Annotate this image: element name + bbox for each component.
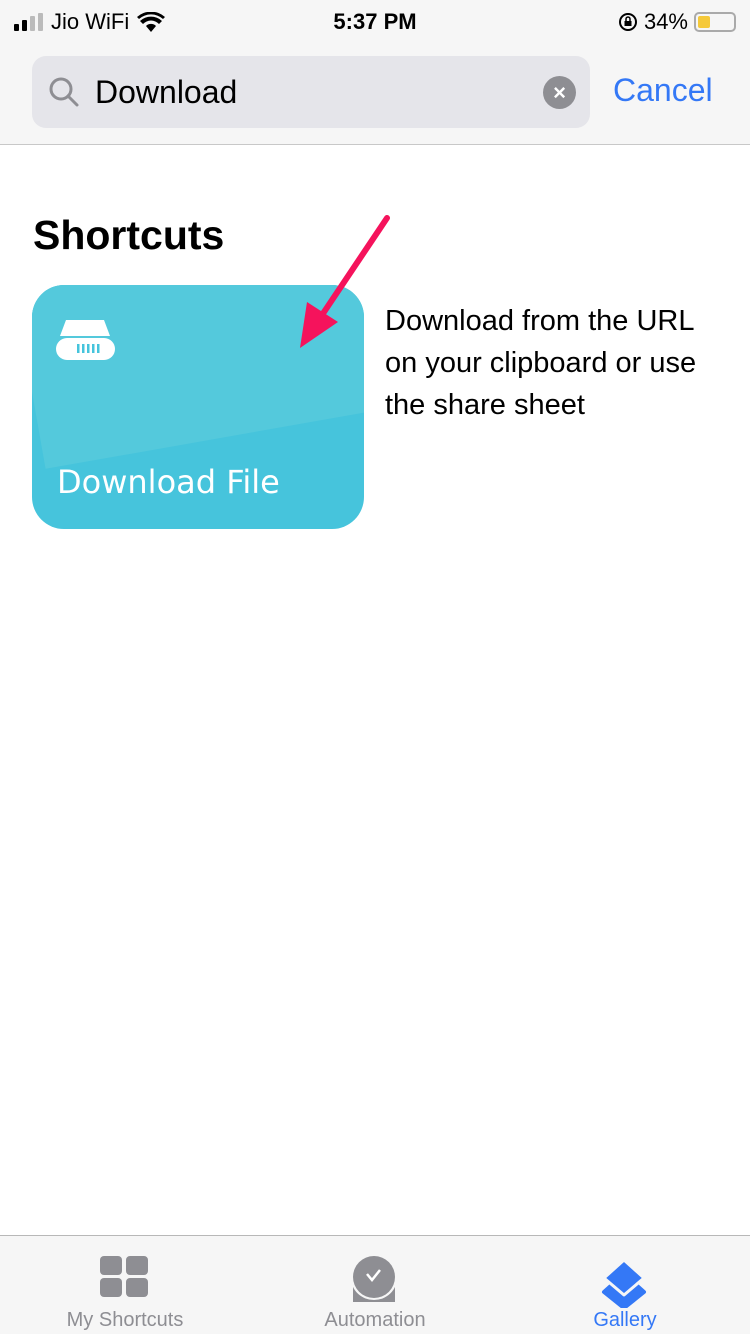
tab-my-shortcuts[interactable]: My Shortcuts (0, 1236, 250, 1335)
search-field[interactable]: Download × (32, 56, 590, 128)
search-input[interactable]: Download (95, 74, 237, 111)
tab-label: My Shortcuts (66, 1309, 184, 1331)
search-icon (49, 77, 79, 107)
shortcut-name: Download File (57, 463, 280, 501)
header: Jio WiFi 5:37 PM 34% Download × Cancel (0, 0, 750, 145)
battery-icon (694, 12, 736, 32)
status-bar: Jio WiFi 5:37 PM 34% (0, 6, 750, 36)
tab-bar: My Shortcuts Automation Gallery (0, 1235, 750, 1334)
annotation-arrow (300, 215, 390, 348)
tab-automation[interactable]: Automation (250, 1236, 500, 1335)
clear-icon[interactable]: × (543, 76, 576, 109)
tab-label: Automation (324, 1309, 426, 1331)
hard-drive-icon (56, 320, 115, 360)
section-title: Shortcuts (33, 212, 225, 258)
cancel-button[interactable]: Cancel (613, 72, 713, 109)
rotation-lock-icon (618, 13, 637, 31)
tab-gallery[interactable]: Gallery (500, 1236, 750, 1335)
tab-label: Gallery (593, 1309, 657, 1331)
grid-icon (100, 1256, 148, 1297)
shortcut-description: Download from the URL on your clipboard … (385, 305, 697, 421)
battery-percent: 34% (643, 9, 688, 34)
clock-check-icon (351, 1256, 397, 1302)
layers-icon (602, 1258, 646, 1308)
